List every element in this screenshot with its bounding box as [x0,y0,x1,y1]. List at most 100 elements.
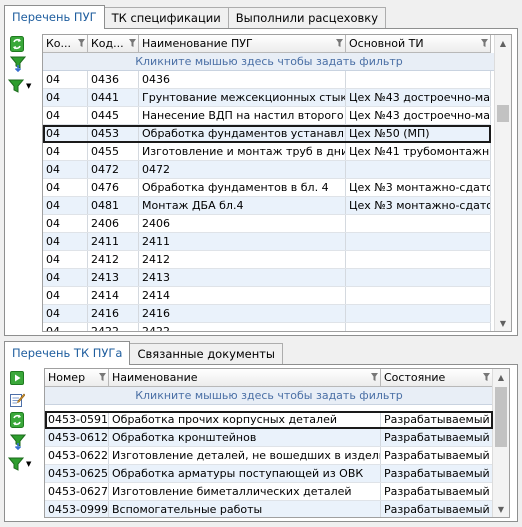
scroll-down-icon[interactable]: ▼ [495,315,511,331]
table-row[interactable]: 040441Грунтование межсекционных стыков..… [43,89,491,107]
table-cell: Разрабатываемый [381,465,493,482]
column-filter-icon[interactable] [336,39,343,47]
table-cell: 0481 [88,197,139,214]
table-row[interactable]: 04 0453 Обработка фундаментов устанавлив..… [43,125,491,143]
tab-completed-shop-assignment[interactable]: Выполнили расцеховку [227,7,387,29]
table-cell: 0436 [139,71,346,88]
column-filter-icon[interactable] [371,373,378,381]
filter-icon [8,79,24,93]
column-filter-icon[interactable] [481,39,488,47]
bottom-tabbar: Перечень ТК ПУГа Связанные документы [4,341,284,365]
table-cell: Цех №3 монтажно-сдато... [346,197,491,214]
table-cell: Нанесение ВДП на настил второго дна. [139,107,346,124]
table-cell: 04 [43,89,88,106]
tab-tk-specifications[interactable]: ТК спецификации [103,7,229,29]
column-header-number[interactable]: Номер [45,369,109,387]
table-row[interactable]: 040455Изготовление и монтаж труб в днищ.… [43,143,491,161]
table-cell [346,215,491,232]
table-cell: 04 [43,269,88,286]
tab-tk-pug-list[interactable]: Перечень ТК ПУГа [4,341,131,365]
table-cell: 04 [43,215,88,232]
table-cell [346,269,491,286]
column-header-name[interactable]: Наименование [109,369,381,387]
table-cell: 0453-0627 [45,483,109,500]
table-cell: 2422 [88,323,139,331]
table-cell [346,161,491,178]
refresh-icon [10,412,24,428]
tab-perechen-pug[interactable]: Перечень ПУГ [4,5,105,29]
table-cell: Изготовление биметаллических деталей [109,483,381,500]
column-filter-icon[interactable] [99,373,106,381]
column-header-state[interactable]: Состояние [381,369,493,387]
table-row[interactable]: 04 0436 0436 [43,71,491,89]
refresh-button-2[interactable] [10,410,38,430]
refresh-button[interactable] [10,34,38,54]
table-row[interactable]: 04 2406 2406 [43,215,491,233]
table-row[interactable]: 0453-0622 Изготовление деталей, не вошедш… [45,447,493,465]
table-cell: 0453-0612 [45,429,109,446]
table-cell: 04 [43,125,88,142]
chevron-down-icon[interactable]: ▼ [26,460,31,468]
scroll-thumb[interactable] [495,387,507,447]
filter-icon [8,457,24,471]
pug-table-scrollbar[interactable]: ▲ ▼ [494,35,511,331]
table-cell: 0453-0999 [45,501,109,517]
column-filter-icon[interactable] [129,39,136,47]
table-cell: Цех №43 достроечно-ма... [346,107,491,124]
scroll-up-icon[interactable]: ▲ [495,35,511,51]
table-cell: Цех №3 монтажно-сдато... [346,179,491,196]
table-row[interactable]: 04 2416 2416 [43,305,491,323]
tk-table: Номер Наименование Состояние Кликните мы… [44,368,510,518]
tk-table-header: Номер Наименование Состояние [45,369,493,387]
column-filter-icon[interactable] [483,373,490,381]
scroll-up-icon[interactable]: ▲ [493,369,509,385]
table-row[interactable]: 04 2422 2422 [43,323,491,331]
table-cell: Обработка кронштейнов [109,429,381,446]
table-row[interactable]: 0453-0612 Обработка кронштейнов Разрабатыв… [45,429,493,447]
scroll-thumb[interactable] [497,105,509,122]
table-cell: 04 [43,323,88,331]
table-row[interactable]: 04 2414 2414 [43,287,491,305]
table-cell: 0453-0591 [45,411,109,428]
table-cell: 0472 [139,161,346,178]
table-cell [346,233,491,250]
chevron-down-icon[interactable]: ▼ [26,82,31,90]
filter-down-button-2[interactable] [10,432,38,452]
table-row[interactable]: 04 2412 2412 [43,251,491,269]
tab-linked-documents[interactable]: Связанные документы [129,343,284,365]
filter-row[interactable]: Кликните мышью здесь чтобы задать фильтр [43,53,495,71]
column-filter-icon[interactable] [78,39,85,47]
filter-row[interactable]: Кликните мышью здесь чтобы задать фильтр [45,387,493,405]
table-row[interactable]: 04 0476 Обработка фундаментов в бл. 4 Цех №… [43,179,491,197]
table-row[interactable]: 04 0472 0472 [43,161,491,179]
edit-button[interactable] [10,389,38,409]
table-row[interactable]: 0453-0627 Изготовление биметаллических де… [45,483,493,501]
table-cell: Разрабатываемый [381,447,493,464]
filter-down-icon [10,434,26,450]
column-header-name-pug[interactable]: Наименование ПУГ [139,35,346,53]
table-cell: 2406 [88,215,139,232]
table-row[interactable]: 0453-0999 Вспомогательные работы Разрабаты… [45,501,493,517]
table-row[interactable]: 04 0481 Монтаж ДБА бл.4 Цех №3 монтажно-сда… [43,197,491,215]
column-header-main-ti[interactable]: Основной ТИ [346,35,491,53]
scroll-down-icon[interactable]: ▼ [493,501,509,517]
run-button[interactable] [10,368,38,388]
pug-table-header: Ко... Код... Наименование ПУГ Основной Т… [43,35,491,53]
table-cell [346,305,491,322]
table-row[interactable]: 04 2413 2413 [43,269,491,287]
table-row[interactable]: 0453-0591 Обработка прочих корпусных дета… [45,411,493,429]
filter-down-button[interactable] [10,54,38,74]
table-cell: Цех №43 достроечно-ма... [346,89,491,106]
filter-button[interactable]: ▼ [8,76,36,96]
column-header-code-1[interactable]: Ко... [43,35,88,53]
table-cell: Разрабатываемый [381,429,493,446]
table-row[interactable]: 04 2411 2411 [43,233,491,251]
column-header-label: Ко... [46,37,72,50]
tk-table-scrollbar[interactable]: ▲ ▼ [492,369,509,517]
column-header-label: Наименование [112,371,198,384]
column-header-code-2[interactable]: Код... [88,35,139,53]
filter-button-2[interactable]: ▼ [8,454,36,474]
table-row[interactable]: 040445Нанесение ВДП на настил второго дн… [43,107,491,125]
table-cell: Грунтование межсекционных стыков... [139,89,346,106]
table-row[interactable]: 0453-0625 Обработка арматуры поступающей … [45,465,493,483]
